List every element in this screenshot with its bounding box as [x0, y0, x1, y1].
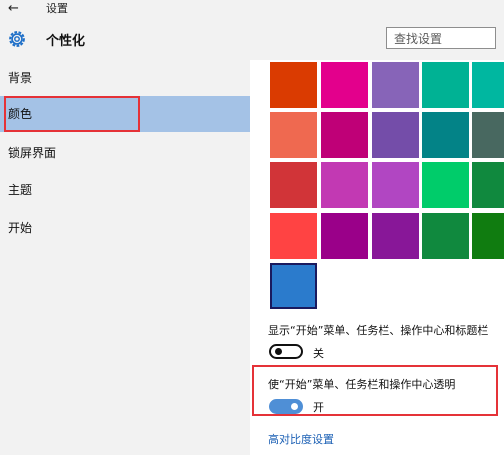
- color-swatch[interactable]: [422, 112, 469, 158]
- sidebar-item-start[interactable]: 开始: [0, 210, 250, 246]
- page-header: 个性化: [0, 18, 504, 60]
- toggle-knob: [291, 403, 298, 410]
- colors-content: 显示“开始”菜单、任务栏、操作中心和标题栏 关 使“开始”菜单、任务栏和操作中心…: [250, 60, 504, 455]
- color-swatch[interactable]: [422, 213, 469, 259]
- search-box[interactable]: [386, 27, 496, 49]
- transparency-state: 开: [313, 401, 324, 414]
- transparency-toggle[interactable]: [269, 399, 303, 414]
- color-swatch[interactable]: [372, 112, 419, 158]
- sidebar: 背景 颜色 锁屏界面 主题 开始: [0, 60, 250, 455]
- color-swatch[interactable]: [321, 162, 368, 208]
- back-arrow-icon[interactable]: ←: [8, 0, 28, 18]
- color-swatch[interactable]: [270, 162, 317, 208]
- app-title: 设置: [46, 2, 68, 15]
- color-swatch[interactable]: [321, 62, 368, 108]
- color-swatch[interactable]: [472, 213, 504, 259]
- color-swatch[interactable]: [321, 112, 368, 158]
- show-color-label: 显示“开始”菜单、任务栏、操作中心和标题栏: [268, 324, 489, 337]
- color-swatch[interactable]: [270, 112, 317, 158]
- sidebar-item-background[interactable]: 背景: [0, 60, 250, 96]
- sidebar-item-themes[interactable]: 主题: [0, 172, 250, 208]
- color-swatch[interactable]: [270, 62, 317, 108]
- transparency-label: 使“开始”菜单、任务栏和操作中心透明: [268, 378, 456, 391]
- color-swatch[interactable]: [372, 213, 419, 259]
- color-swatch[interactable]: [372, 162, 419, 208]
- color-swatch[interactable]: [270, 213, 317, 259]
- page-title: 个性化: [46, 34, 86, 49]
- show-color-toggle[interactable]: [269, 344, 303, 359]
- color-swatch[interactable]: [372, 62, 419, 108]
- color-swatch[interactable]: [472, 62, 504, 108]
- color-swatch[interactable]: [270, 263, 317, 309]
- color-swatch[interactable]: [472, 112, 504, 158]
- search-input[interactable]: [387, 29, 495, 49]
- toggle-knob: [275, 348, 282, 355]
- title-bar: ← 设置: [0, 0, 504, 18]
- color-swatch[interactable]: [321, 213, 368, 259]
- color-swatch[interactable]: [422, 162, 469, 208]
- gear-icon: [9, 31, 25, 47]
- sidebar-item-colors[interactable]: 颜色: [0, 96, 250, 132]
- sidebar-item-lock-screen[interactable]: 锁屏界面: [0, 135, 250, 171]
- high-contrast-link[interactable]: 高对比度设置: [268, 431, 334, 447]
- show-color-state: 关: [313, 347, 324, 360]
- color-swatch[interactable]: [422, 62, 469, 108]
- color-swatch[interactable]: [472, 162, 504, 208]
